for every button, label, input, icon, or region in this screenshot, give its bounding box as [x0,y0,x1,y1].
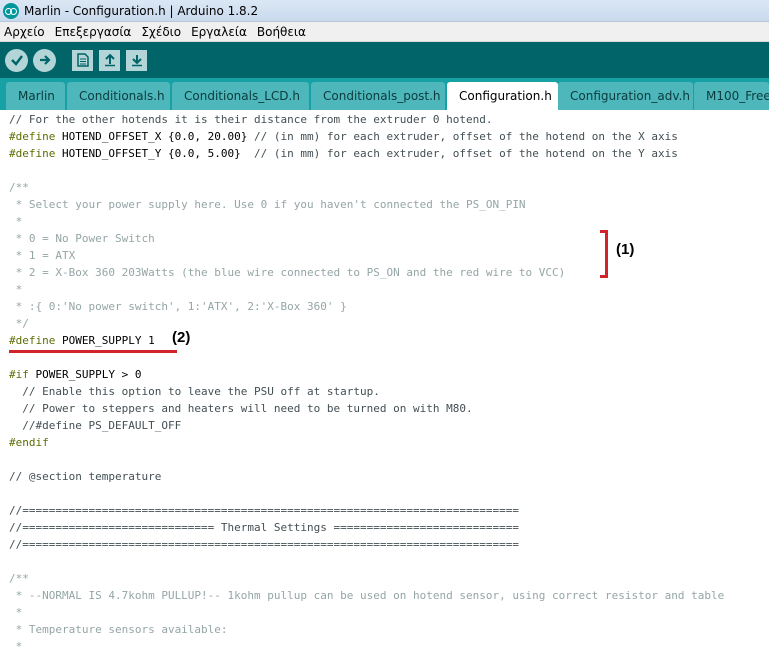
menu-bar: Αρχείο Επεξεργασία Σχέδιο Εργαλεία Βοήθε… [0,22,769,42]
menu-sketch[interactable]: Σχέδιο [137,25,185,39]
code-line: * [9,640,23,650]
title-bar: Marlin - Configuration.h | Arduino 1.8.2 [0,0,769,22]
code-line: #endif [9,436,49,449]
code-line: * [9,283,23,296]
code-line: // Power to steppers and heaters will ne… [9,402,473,415]
code-line: * 2 = X-Box 360 203Watts (the blue wire … [9,266,566,279]
code-line: //======================================… [9,504,519,517]
save-icon[interactable] [126,49,147,71]
window-title: Marlin - Configuration.h | Arduino 1.8.2 [24,3,259,18]
code-line: * Temperature sensors available: [9,623,228,636]
verify-icon[interactable] [5,48,28,72]
annotation-bracket [600,230,608,278]
code-line: * --NORMAL IS 4.7kohm PULLUP!-- 1kohm pu… [9,589,725,602]
code-line: /** [9,572,29,585]
menu-help[interactable]: Βοήθεια [253,25,310,39]
annotation-underline [9,350,177,353]
annotation-label-1: (1) [616,241,635,258]
code-line: // @section temperature [9,470,162,483]
code-line: //#define PS_DEFAULT_OFF [9,419,182,432]
arduino-logo-icon [3,2,19,19]
tab-conditionals[interactable]: Conditionals.h [67,82,170,110]
code-line: #define HOTEND_OFFSET_X {0.0, 20.00} // … [9,130,678,143]
tab-conditionals-lcd[interactable]: Conditionals_LCD.h [172,82,309,110]
menu-tools[interactable]: Εργαλεία [187,25,251,39]
toolbar [0,42,769,78]
code-line: * 0 = No Power Switch [9,232,155,245]
tab-configuration-adv[interactable]: Configuration_adv.h [558,82,693,110]
open-icon[interactable] [99,49,120,71]
code-line: * [9,606,23,619]
code-line: * 1 = ATX [9,249,76,262]
code-line: * Select your power supply here. Use 0 i… [9,198,526,211]
annotation-label-2: (2) [172,329,191,346]
tab-m100-free[interactable]: M100_Free [694,82,769,110]
code-line: // Enable this option to leave the PSU o… [9,385,380,398]
tab-marlin[interactable]: Marlin [6,82,65,110]
code-line: //============================= Thermal … [9,521,519,534]
code-line: //======================================… [9,538,519,551]
upload-icon[interactable] [33,48,56,72]
code-line: * :{ 0:'No power switch', 1:'ATX', 2:'X-… [9,300,347,313]
code-line: #define HOTEND_OFFSET_Y {0.0, 5.00} // (… [9,147,678,160]
new-icon[interactable] [72,49,93,71]
menu-edit[interactable]: Επεξεργασία [51,25,136,39]
menu-file[interactable]: Αρχείο [0,25,49,39]
code-line: * [9,215,23,228]
code-line: #if POWER_SUPPLY > 0 [9,368,142,381]
tab-bar: Marlin Conditionals.h Conditionals_LCD.h… [0,78,769,110]
tab-configuration[interactable]: Configuration.h [447,82,558,110]
tab-conditionals-post[interactable]: Conditionals_post.h [311,82,445,110]
code-line: */ [9,317,29,330]
code-line: #define POWER_SUPPLY 1 [9,334,155,347]
code-line: /** [9,181,29,194]
code-editor[interactable]: * * Temperature sensors available: * * -… [0,110,769,650]
code-line: // For the other hotends it is their dis… [9,113,493,126]
